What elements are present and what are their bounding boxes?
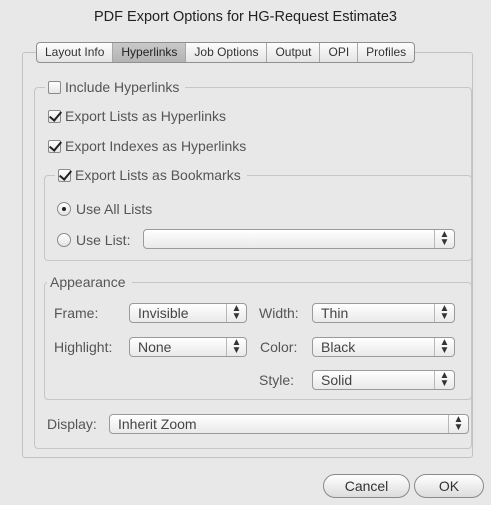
window-title: PDF Export Options for HG-Request Estima… (94, 9, 397, 25)
color-value: Black (321, 339, 356, 355)
tab-profiles[interactable]: Profiles (358, 43, 414, 62)
popup-arrows-icon: ▲ ▼ (448, 415, 468, 433)
popup-arrows-icon: ▲ ▼ (434, 371, 454, 389)
tab-hyperlinks[interactable]: Hyperlinks (113, 43, 187, 62)
include-hyperlinks-label: Include Hyperlinks (65, 79, 180, 95)
use-list-popup[interactable]: ▲ ▼ (143, 229, 455, 249)
bookmarks-legend: Export Lists as Bookmarks (55, 165, 247, 185)
highlight-label: Highlight: (54, 339, 113, 355)
include-hyperlinks-legend: Include Hyperlinks (45, 77, 186, 97)
highlight-value: None (138, 339, 172, 355)
export-lists-label: Export Lists as Hyperlinks (65, 108, 227, 124)
popup-arrows-icon: ▲ ▼ (434, 338, 454, 356)
popup-arrows-icon: ▲ ▼ (434, 304, 454, 322)
export-lists-row[interactable]: Export Lists as Hyperlinks (48, 106, 226, 126)
width-label: Width: (259, 305, 299, 321)
tab-layout-info[interactable]: Layout Info (37, 43, 114, 62)
export-bookmarks-checkbox[interactable] (58, 168, 71, 182)
export-indexes-label: Export Indexes as Hyperlinks (65, 138, 247, 154)
tab-job-options[interactable]: Job Options (186, 43, 268, 62)
color-label: Color: (260, 339, 298, 355)
popup-arrows-icon: ▲ ▼ (226, 338, 246, 356)
use-all-lists-label: Use All Lists (76, 201, 153, 217)
highlight-popup[interactable]: None ▲ ▼ (129, 337, 247, 357)
width-value: Thin (321, 305, 349, 321)
tab-output[interactable]: Output (267, 43, 321, 62)
ok-button[interactable]: OK (414, 474, 484, 498)
include-hyperlinks-checkbox[interactable] (48, 80, 61, 94)
use-list-radio[interactable] (57, 233, 71, 247)
frame-value: Invisible (138, 305, 189, 321)
export-lists-checkbox[interactable] (48, 109, 61, 123)
use-list-label: Use List: (76, 232, 131, 248)
cancel-button[interactable]: Cancel (323, 474, 410, 498)
style-label: Style: (259, 372, 295, 388)
popup-arrows-icon: ▲ ▼ (434, 230, 454, 248)
color-popup[interactable]: Black ▲ ▼ (312, 337, 455, 357)
appearance-legend: Appearance (47, 272, 132, 292)
display-label: Display: (47, 416, 97, 432)
width-popup[interactable]: Thin ▲ ▼ (312, 303, 455, 323)
export-indexes-checkbox[interactable] (48, 139, 61, 153)
tab-opi[interactable]: OPI (320, 43, 359, 62)
display-popup[interactable]: Inherit Zoom ▲ ▼ (109, 414, 469, 434)
style-popup[interactable]: Solid ▲ ▼ (312, 370, 455, 390)
tab-bar: Layout Info Hyperlinks Job Options Outpu… (36, 42, 416, 63)
popup-arrows-icon: ▲ ▼ (226, 304, 246, 322)
frame-label: Frame: (54, 305, 99, 321)
display-value: Inherit Zoom (118, 416, 197, 432)
appearance-label: Appearance (50, 274, 126, 290)
use-all-lists-radio[interactable] (57, 202, 71, 216)
export-indexes-row[interactable]: Export Indexes as Hyperlinks (48, 136, 246, 156)
export-bookmarks-label: Export Lists as Bookmarks (75, 167, 241, 183)
use-all-lists-row[interactable]: Use All Lists (57, 199, 152, 219)
use-list-row[interactable]: Use List: (57, 230, 130, 250)
frame-popup[interactable]: Invisible ▲ ▼ (129, 303, 247, 323)
style-value: Solid (321, 372, 353, 388)
